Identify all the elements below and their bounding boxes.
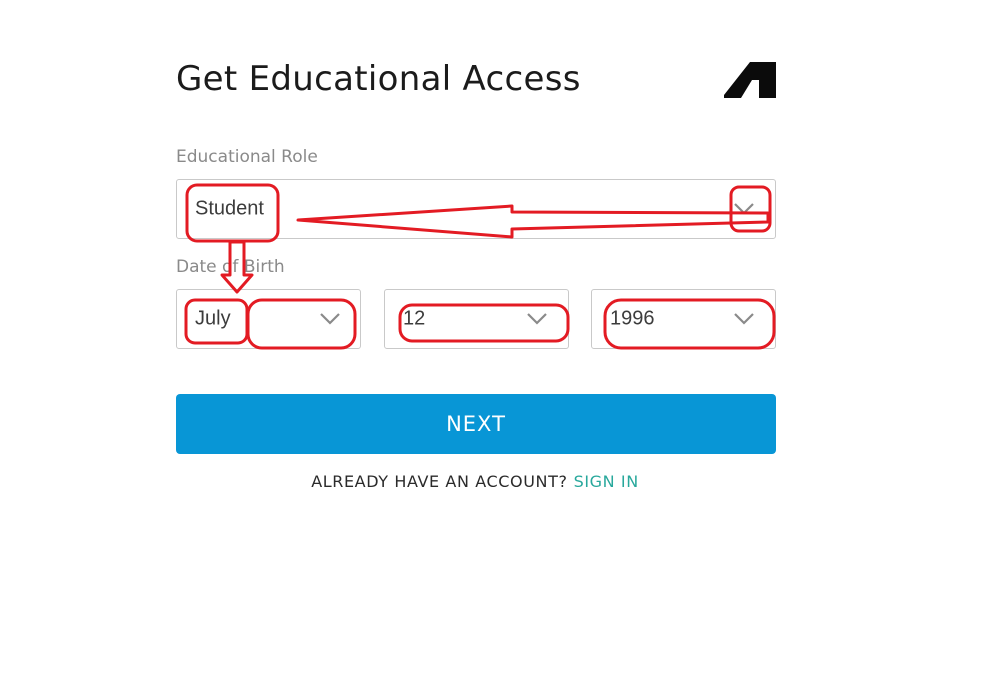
chevron-down-icon (734, 203, 754, 215)
educational-role-value: Student (195, 197, 264, 220)
birth-year-select[interactable]: 1996 (591, 289, 776, 349)
date-of-birth-label: Date of Birth (176, 257, 285, 277)
chevron-down-icon (527, 313, 547, 325)
chevron-down-icon (320, 313, 340, 325)
account-question: ALREADY HAVE AN ACCOUNT? (311, 472, 568, 491)
next-button[interactable]: NEXT (176, 394, 776, 454)
autodesk-logo (724, 62, 776, 98)
chevron-down-icon (734, 313, 754, 325)
educational-role-select[interactable]: Student (176, 179, 776, 239)
signin-prompt: ALREADY HAVE AN ACCOUNT? SIGN IN (0, 472, 950, 491)
birth-year-value: 1996 (610, 307, 655, 330)
sign-in-link[interactable]: SIGN IN (574, 472, 639, 491)
birth-day-select[interactable]: 12 (384, 289, 569, 349)
birth-month-select[interactable]: July (176, 289, 361, 349)
page-title: Get Educational Access (176, 59, 581, 99)
birth-month-value: July (195, 307, 231, 330)
birth-day-value: 12 (403, 307, 426, 330)
educational-role-label: Educational Role (176, 147, 318, 167)
